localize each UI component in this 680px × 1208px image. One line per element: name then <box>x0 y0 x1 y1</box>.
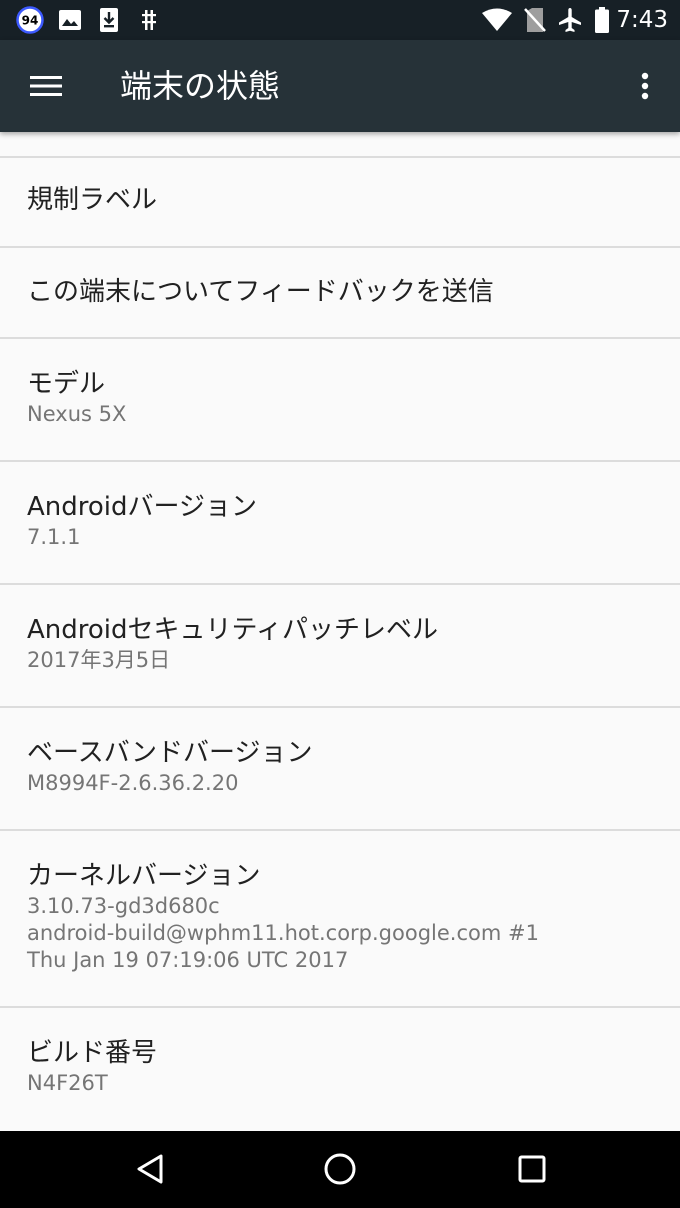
android-version-item[interactable]: Androidバージョン 7.1.1 <box>0 462 680 585</box>
page-title: 端末の状態 <box>120 67 281 105</box>
item-summary: 2017年3月5日 <box>27 648 171 672</box>
airplane-mode-icon <box>555 0 585 40</box>
regulatory-labels-item[interactable]: 規制ラベル <box>0 158 680 248</box>
item-title: モデル <box>27 369 106 399</box>
model-item[interactable]: モデル Nexus 5X <box>0 339 680 462</box>
item-title: ビルド番号 <box>27 1038 158 1068</box>
device-status-list: 規制ラベル この端末についてフィードバックを送信 モデル Nexus 5X An… <box>0 132 680 1131</box>
item-title: Androidセキュリティパッチレベル <box>27 615 438 645</box>
back-button[interactable] <box>110 1139 190 1199</box>
image-icon <box>56 0 84 40</box>
no-sim-icon <box>522 0 548 40</box>
item-title: ベースバンドバージョン <box>27 738 313 768</box>
item-summary: N4F26T <box>27 1071 108 1095</box>
recents-button[interactable] <box>492 1139 572 1199</box>
kernel-version-item[interactable]: カーネルバージョン 3.10.73-gd3d680c android-build… <box>0 831 680 1008</box>
build-number-item[interactable]: ビルド番号 N4F26T <box>0 1008 680 1131</box>
baseband-version-item[interactable]: ベースバンドバージョン M8994F-2.6.36.2.20 <box>0 708 680 831</box>
item-title: Androidバージョン <box>27 492 258 522</box>
overflow-menu-button[interactable] <box>620 56 670 116</box>
notification-count-icon: 94 <box>14 0 46 40</box>
item-title: 規制ラベル <box>27 185 158 215</box>
home-button[interactable] <box>300 1139 380 1199</box>
status-bar: 94 7:43 <box>0 0 680 40</box>
item-summary: Nexus 5X <box>27 402 127 426</box>
recents-icon <box>518 1155 546 1183</box>
hamburger-menu-icon <box>30 76 62 96</box>
item-title: この端末についてフィードバックを送信 <box>27 277 494 307</box>
item-summary: android-build@wphm11.hot.corp.google.com… <box>27 921 539 945</box>
download-icon <box>96 0 122 40</box>
notification-count: 94 <box>22 14 39 28</box>
item-summary: Thu Jan 19 07:19:06 UTC 2017 <box>27 948 349 972</box>
item-summary: M8994F-2.6.36.2.20 <box>27 771 239 795</box>
home-icon <box>324 1153 356 1185</box>
item-summary: 3.10.73-gd3d680c <box>27 894 220 918</box>
battery-icon <box>592 0 612 40</box>
more-vert-icon <box>641 72 649 100</box>
item-summary: 7.1.1 <box>27 525 81 549</box>
usb-debug-icon <box>136 0 162 40</box>
app-bar: 端末の状態 <box>0 40 680 132</box>
status-clock: 7:43 <box>616 7 668 33</box>
security-patch-level-item[interactable]: Androidセキュリティパッチレベル 2017年3月5日 <box>0 585 680 708</box>
navigation-drawer-button[interactable] <box>16 56 76 116</box>
send-feedback-item[interactable]: この端末についてフィードバックを送信 <box>0 248 680 339</box>
navigation-bar <box>0 1131 680 1208</box>
back-icon <box>137 1154 163 1184</box>
item-title: カーネルバージョン <box>27 861 261 891</box>
wifi-icon <box>480 0 514 40</box>
